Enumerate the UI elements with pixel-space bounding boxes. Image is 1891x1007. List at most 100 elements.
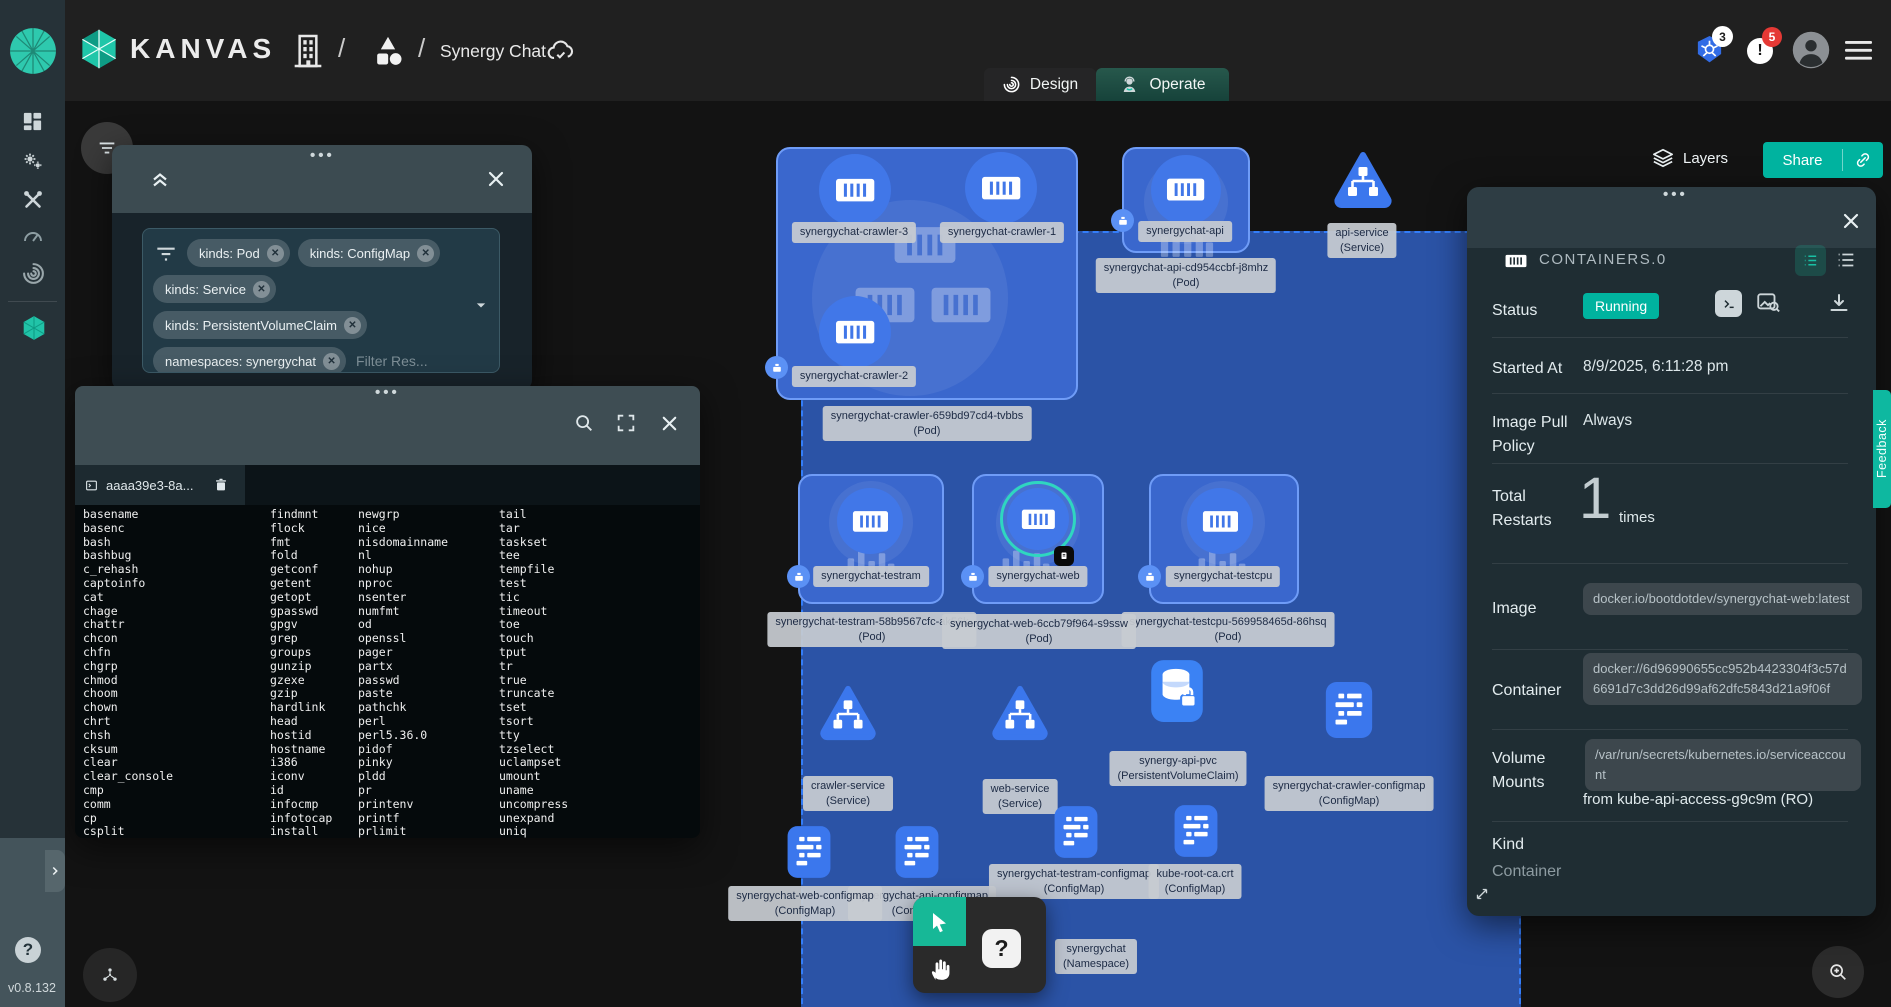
relayout-button[interactable] — [83, 948, 137, 1002]
chip-remove-icon[interactable]: ✕ — [344, 317, 361, 334]
help-button[interactable]: ? — [15, 937, 41, 963]
breadcrumb-project-name[interactable]: Synergy Chat — [440, 41, 546, 62]
configmap-icon-testram[interactable] — [1051, 804, 1101, 860]
alerts-count-badge: 5 — [1762, 27, 1782, 47]
user-avatar[interactable] — [1792, 31, 1830, 69]
container-section-icon — [1505, 250, 1527, 272]
select-tool-button[interactable] — [913, 897, 966, 946]
image-inspect-icon[interactable] — [1755, 290, 1781, 316]
filter-chip[interactable]: kinds: Pod✕ — [187, 239, 290, 267]
filter-chip-label: namespaces: synergychat — [165, 354, 316, 369]
hamburger-menu-icon[interactable] — [1845, 41, 1872, 61]
pvc-icon[interactable] — [1148, 658, 1206, 724]
filter-chip-label: kinds: Service — [165, 282, 246, 297]
drag-handle-icon[interactable]: ••• — [375, 386, 400, 401]
copy-link-button[interactable] — [1843, 151, 1883, 169]
container-icon-testcpu[interactable] — [1187, 488, 1253, 554]
sidebar-item-kanvas[interactable] — [21, 315, 47, 341]
drag-handle-icon[interactable]: ••• — [1663, 186, 1688, 203]
sidebar-item-extensions[interactable] — [21, 261, 46, 286]
sidebar-expand-button[interactable] — [45, 850, 65, 892]
status-label: Status — [1492, 299, 1587, 323]
org-icon[interactable] — [288, 29, 328, 73]
container-icon-crawler-2[interactable] — [819, 296, 891, 368]
configmap-icon-kuberoot[interactable] — [1171, 803, 1221, 859]
service-icon-api[interactable] — [1331, 148, 1395, 212]
filter-resources-input[interactable] — [354, 352, 468, 370]
brand-corner[interactable] — [0, 0, 65, 101]
container-icon-testram[interactable] — [837, 488, 903, 554]
drag-handle-icon[interactable]: ••• — [310, 147, 335, 164]
filter-panel-header[interactable]: ••• — [112, 145, 532, 213]
close-icon[interactable] — [1839, 209, 1863, 233]
tab-operate[interactable]: Operate — [1096, 68, 1229, 101]
restarts-value: 1 — [1579, 465, 1611, 532]
trash-icon[interactable] — [213, 477, 229, 493]
terminal-action-icon[interactable] — [1715, 290, 1742, 317]
expand-panel-icon[interactable] — [1473, 885, 1491, 903]
pan-tool-button[interactable] — [923, 949, 959, 989]
container-icon-crawler-1[interactable] — [965, 152, 1037, 224]
terminal-header[interactable]: ••• — [75, 386, 700, 465]
filter-chip[interactable]: kinds: Service ✕ — [153, 275, 276, 303]
view-toggle-list[interactable] — [1835, 249, 1857, 271]
node-label-testram-configmap: synergychat-testram-configmap(ConfigMap) — [989, 864, 1159, 899]
notifications-button[interactable]: ! 5 — [1747, 38, 1773, 64]
search-icon[interactable] — [573, 412, 595, 434]
image-label: Image — [1492, 597, 1587, 621]
filter-panel-body: kinds: Pod✕ kinds: ConfigMap✕ kinds: Servi… — [112, 213, 532, 390]
filter-chip[interactable]: namespaces: synergychat ✕ — [153, 347, 346, 373]
node-label-crawler-pod: synergychat-crawler-659bd97cd4-tvbbs(Pod… — [823, 406, 1032, 441]
fullscreen-icon[interactable] — [615, 412, 637, 434]
configmap-icon-web[interactable] — [784, 824, 834, 880]
tab-operate-label: Operate — [1149, 76, 1205, 94]
filter-chip[interactable]: kinds: ConfigMap✕ — [298, 239, 440, 267]
sidebar-item-tools[interactable] — [21, 188, 45, 212]
container-label: synergychat-testram — [813, 566, 929, 587]
container-icon-crawler-3[interactable] — [819, 154, 891, 226]
sidebar-item-dashboard[interactable] — [21, 110, 44, 133]
collapse-icon[interactable] — [148, 167, 172, 191]
layers-button[interactable]: Layers — [1652, 147, 1728, 169]
sidebar-item-performance[interactable] — [21, 225, 45, 249]
configmap-icon-crawler[interactable] — [1322, 680, 1376, 740]
service-icon-crawler[interactable] — [817, 682, 879, 744]
chip-remove-icon[interactable]: ✕ — [267, 245, 284, 262]
cloud-saved-icon — [545, 36, 576, 67]
details-panel-header[interactable]: ••• — [1467, 187, 1876, 248]
configmap-icon-api[interactable] — [892, 824, 942, 880]
node-label-namespace: synergychat(Namespace) — [1055, 939, 1137, 974]
filter-input-box[interactable]: kinds: Pod✕ kinds: ConfigMap✕ kinds: Servi… — [142, 228, 500, 373]
terminal-tab[interactable]: aaaa39e3-8a... — [75, 465, 245, 505]
node-label-api-pod: synergychat-api-cd954ccbf-j8mhz(Pod) — [1096, 258, 1276, 293]
container-icon-api[interactable] — [1151, 155, 1221, 225]
kubernetes-contexts-button[interactable]: 3 — [1694, 34, 1725, 65]
feedback-tab[interactable]: Feedback — [1873, 390, 1891, 508]
download-icon[interactable] — [1827, 291, 1851, 315]
filter-chip[interactable]: kinds: PersistentVolumeClaim✕ — [153, 311, 367, 339]
kanvas-logo[interactable]: KANVAS — [78, 28, 276, 70]
chip-remove-icon[interactable]: ✕ — [323, 353, 340, 370]
view-toggle-grid[interactable] — [1795, 245, 1826, 276]
help-tool-button[interactable]: ? — [982, 929, 1021, 968]
sidebar-divider — [8, 301, 57, 302]
zoom-in-button[interactable] — [1812, 946, 1864, 998]
close-icon[interactable] — [484, 167, 508, 191]
terminal-output[interactable]: basename basenc bash bashbug c_rehash ca… — [75, 505, 700, 838]
layers-icon — [1652, 147, 1674, 169]
service-icon-web[interactable] — [989, 682, 1051, 744]
chevron-down-icon[interactable] — [471, 295, 491, 315]
sidebar-item-settings[interactable] — [21, 149, 45, 173]
node-label-web-pod: synergychat-web-6ccb79f964-s9ssw(Pod) — [942, 614, 1136, 649]
chip-remove-icon[interactable]: ✕ — [417, 245, 434, 262]
container-action-badge[interactable] — [1054, 546, 1074, 566]
close-icon[interactable] — [658, 412, 681, 435]
share-button[interactable]: Share — [1763, 152, 1842, 169]
container-icon-web[interactable] — [1007, 488, 1069, 550]
chip-remove-icon[interactable]: ✕ — [253, 281, 270, 298]
designs-icon[interactable] — [368, 29, 408, 73]
terminal-column: findmnt flock fmt fold getconf getent ge… — [270, 508, 332, 838]
details-panel: ••• CONTAINERS.0 Status Running Started … — [1467, 187, 1876, 916]
tab-design[interactable]: Design — [984, 68, 1096, 101]
node-label-crawler-service: crawler-service(Service) — [803, 776, 893, 811]
